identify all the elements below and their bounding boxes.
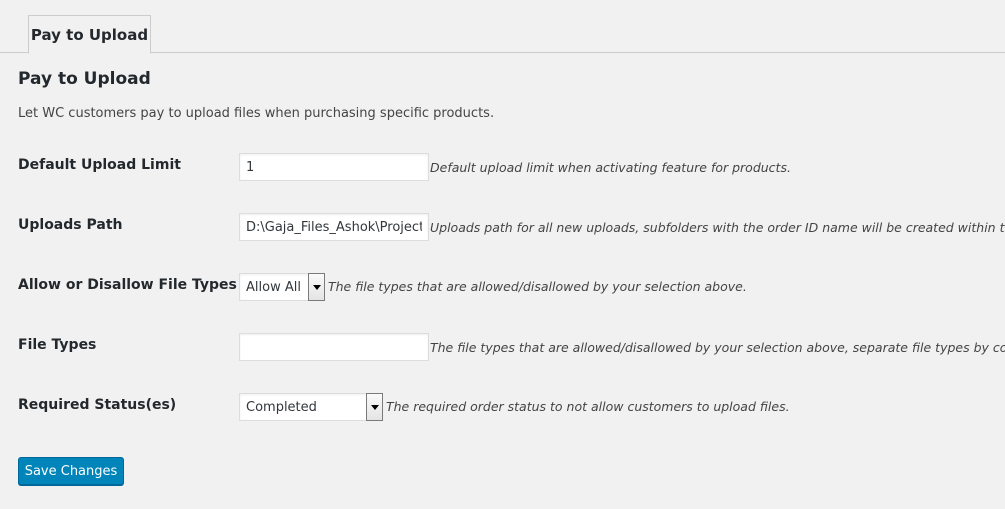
upload-limit-label: Default Upload Limit <box>18 157 181 173</box>
file-type-mode-description: The file types that are allowed/disallow… <box>328 279 747 294</box>
uploads-path-label: Uploads Path <box>18 217 123 233</box>
file-type-mode-label: Allow or Disallow File Types <box>18 277 237 293</box>
file-types-description: The file types that are allowed/disallow… <box>430 340 1005 355</box>
tab-pay-to-upload[interactable]: Pay to Upload <box>28 15 151 54</box>
file-types-input[interactable] <box>239 333 429 361</box>
upload-limit-description: Default upload limit when activating fea… <box>430 160 791 175</box>
required-status-selected: Completed <box>246 399 317 415</box>
required-status-label: Required Status(es) <box>18 397 177 413</box>
file-types-label: File Types <box>18 337 97 353</box>
save-changes-button[interactable]: Save Changes <box>18 457 124 485</box>
chevron-down-icon[interactable] <box>308 273 325 301</box>
file-type-mode-select[interactable]: Allow All <box>239 273 325 301</box>
file-type-mode-selected: Allow All <box>246 279 301 295</box>
required-status-description: The required order status to not allow c… <box>386 399 790 414</box>
page-title: Pay to Upload <box>18 69 151 89</box>
page-intro: Let WC customers pay to upload files whe… <box>18 106 495 121</box>
chevron-down-icon[interactable] <box>366 393 383 421</box>
upload-limit-input[interactable] <box>239 153 429 181</box>
tab-bar: Pay to Upload <box>0 0 1005 54</box>
uploads-path-description: Uploads path for all new uploads, subfol… <box>430 220 1005 235</box>
required-status-select[interactable]: Completed <box>239 393 383 421</box>
uploads-path-input[interactable] <box>239 213 429 241</box>
